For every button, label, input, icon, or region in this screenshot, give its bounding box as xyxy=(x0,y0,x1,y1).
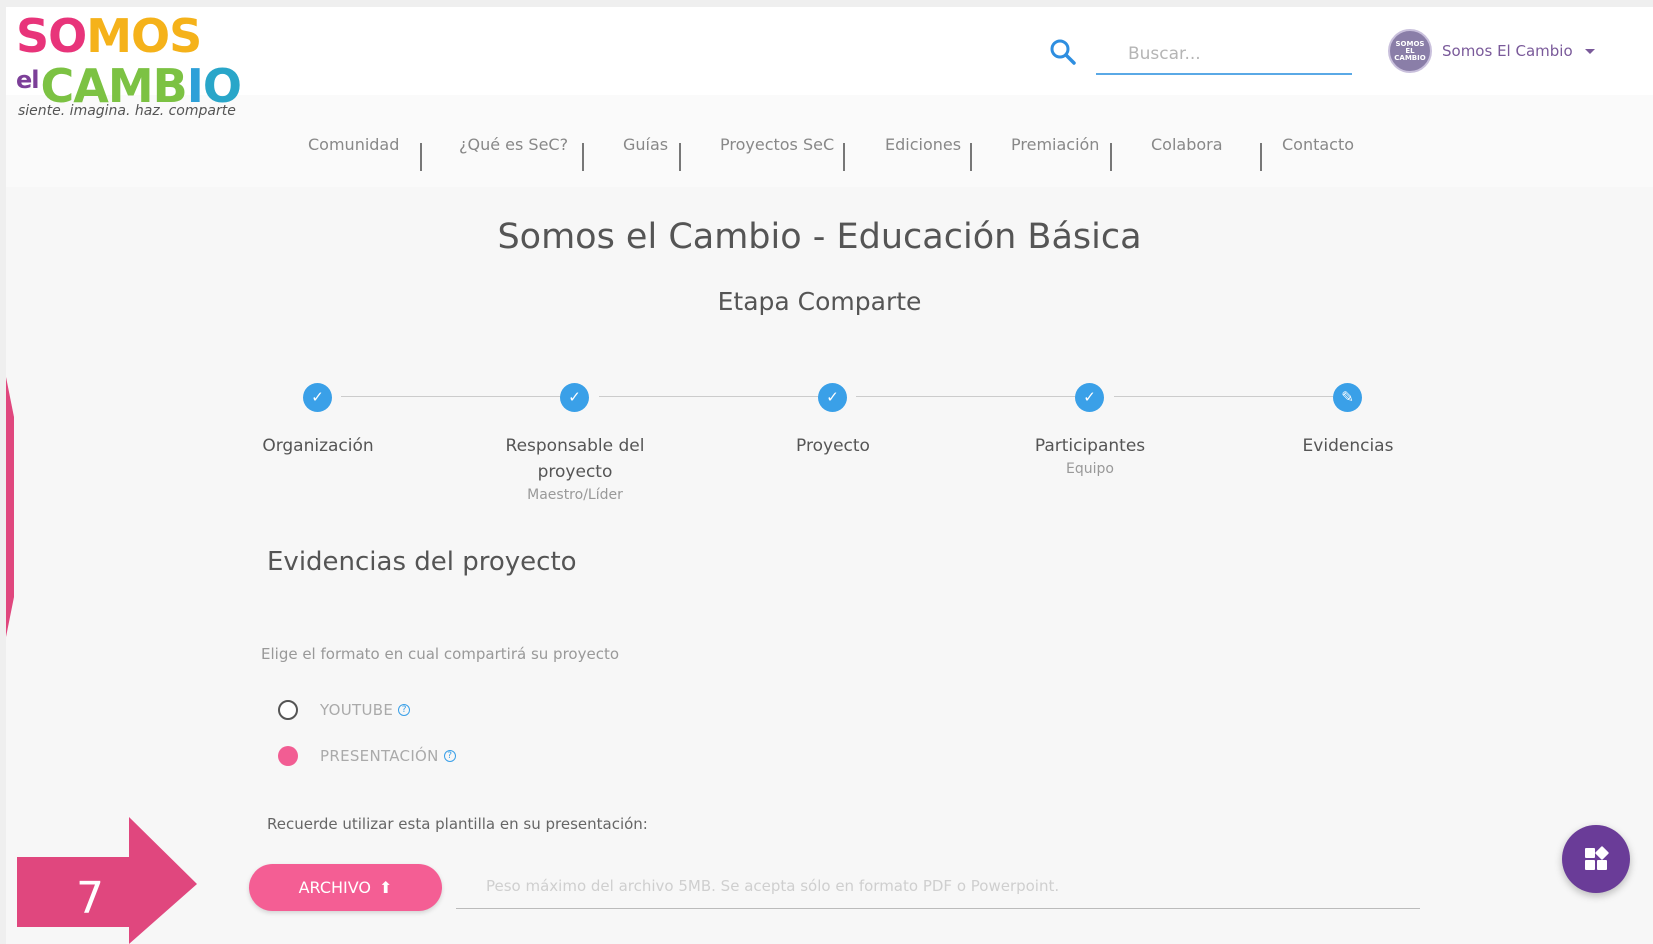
check-icon[interactable]: ✓ xyxy=(818,383,847,412)
radio-presentacion[interactable]: PRESENTACIÓN ? xyxy=(278,746,456,766)
nav-item-contacto[interactable]: Contacto xyxy=(1282,135,1354,154)
nav-item-ediciones[interactable]: Ediciones xyxy=(885,135,961,154)
radio-label: PRESENTACIÓN xyxy=(320,747,439,765)
site-logo[interactable]: SOMOS elCAMBIO siente. imagina. haz. com… xyxy=(16,9,242,119)
help-icon[interactable]: ? xyxy=(398,704,411,716)
nav-item-premiacion[interactable]: Premiación xyxy=(1011,135,1099,154)
grid-icon xyxy=(1585,846,1609,870)
format-hint: Elige el formato en cual compartirá su p… xyxy=(261,645,620,663)
user-name: Somos El Cambio xyxy=(1442,42,1573,60)
step-organizacion[interactable]: Organización xyxy=(223,433,413,459)
step-connector xyxy=(599,396,820,397)
nav-divider xyxy=(1110,143,1112,171)
widgets-fab[interactable] xyxy=(1562,825,1630,893)
nav-item-proyectos-sec[interactable]: Proyectos SeC xyxy=(720,135,834,154)
nav-divider xyxy=(582,143,584,171)
nav-divider xyxy=(970,143,972,171)
section-title: Evidencias del proyecto xyxy=(267,547,577,577)
nav-item-que-es-sec[interactable]: ¿Qué es SeC? xyxy=(459,135,568,154)
site-header: SOMOS elCAMBIO siente. imagina. haz. com… xyxy=(6,7,1653,187)
step-evidencias[interactable]: Evidencias xyxy=(1253,433,1443,459)
upload-icon: ⬆ xyxy=(379,878,393,897)
step-responsable[interactable]: Responsable del proyecto Maestro/Líder xyxy=(480,433,670,505)
callout-arrow xyxy=(17,817,197,944)
page-frame: SOMOS elCAMBIO siente. imagina. haz. com… xyxy=(6,7,1653,944)
check-icon[interactable]: ✓ xyxy=(1075,383,1104,412)
search-input[interactable] xyxy=(1096,35,1352,75)
step-participantes[interactable]: Participantes Equipo xyxy=(995,433,1185,479)
check-icon[interactable]: ✓ xyxy=(560,383,589,412)
radio-youtube[interactable]: YOUTUBE ? xyxy=(278,700,411,720)
logo-word-somos: SOMOS xyxy=(16,9,202,63)
pencil-icon[interactable]: ✎ xyxy=(1333,383,1362,412)
radio-label: YOUTUBE xyxy=(320,701,394,719)
page-subtitle: Etapa Comparte xyxy=(717,287,922,316)
template-reminder: Recuerde utilizar esta plantilla en su p… xyxy=(267,815,648,833)
chevron-down-icon xyxy=(1584,48,1595,54)
step-connector xyxy=(341,396,562,397)
nav-divider xyxy=(843,143,845,171)
main-nav: Comunidad ¿Qué es SeC? Guías Proyectos S… xyxy=(6,135,1653,175)
file-name-field[interactable] xyxy=(456,863,1420,909)
logo-tagline: siente. imagina. haz. comparte xyxy=(18,103,236,119)
step-connector xyxy=(1114,396,1335,397)
step-connector xyxy=(856,396,1077,397)
radio-button[interactable] xyxy=(278,746,298,766)
page-title: Somos el Cambio - Educación Básica xyxy=(497,217,1142,257)
radio-button[interactable] xyxy=(278,700,298,720)
nav-divider xyxy=(1260,143,1262,171)
help-icon[interactable]: ? xyxy=(443,750,456,762)
check-icon[interactable]: ✓ xyxy=(303,383,332,412)
pink-edge-marker xyxy=(6,377,14,637)
nav-divider xyxy=(679,143,681,171)
nav-item-guias[interactable]: Guías xyxy=(623,135,668,154)
nav-item-comunidad[interactable]: Comunidad xyxy=(308,135,399,154)
search-icon[interactable] xyxy=(1048,37,1078,67)
step-proyecto[interactable]: Proyecto xyxy=(738,433,928,459)
user-menu[interactable]: SOMOS EL CAMBIO Somos El Cambio xyxy=(1388,29,1595,73)
upload-file-button[interactable]: ARCHIVO ⬆ xyxy=(249,864,442,911)
nav-divider xyxy=(420,143,422,171)
nav-item-colabora[interactable]: Colabora xyxy=(1151,135,1223,154)
progress-stepper: ✓ ✓ ✓ ✓ ✎ Organización Responsable del p… xyxy=(6,377,1653,507)
avatar: SOMOS EL CAMBIO xyxy=(1388,29,1432,73)
step-number-label: 7 xyxy=(76,873,104,924)
